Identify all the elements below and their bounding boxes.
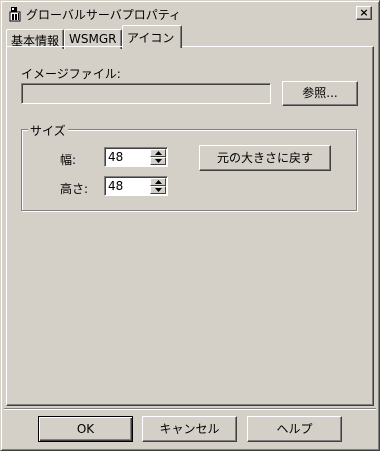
arrow-up-icon bbox=[155, 180, 162, 184]
width-spin-down-button[interactable] bbox=[150, 157, 166, 165]
help-button[interactable]: ヘルプ bbox=[247, 416, 342, 442]
arrow-down-icon bbox=[155, 159, 162, 163]
cancel-button[interactable]: キャンセル bbox=[142, 416, 237, 442]
image-file-field[interactable] bbox=[21, 83, 271, 104]
browse-button[interactable]: 参照... bbox=[282, 81, 358, 106]
height-spinner[interactable]: 48 bbox=[104, 176, 168, 196]
height-value: 48 bbox=[108, 179, 124, 193]
tab-label: WSMGR bbox=[69, 32, 117, 46]
width-label: 幅: bbox=[60, 153, 77, 167]
arrow-up-icon bbox=[155, 151, 162, 155]
close-icon: × bbox=[359, 6, 369, 19]
title-bar: グローバルサーバプロパティ × bbox=[4, 4, 376, 24]
height-spin-up-button[interactable] bbox=[150, 178, 166, 186]
dialog-window: グローバルサーバプロパティ × 基本情報 WSMGR アイコン イメージファイル… bbox=[0, 0, 380, 451]
image-file-label: イメージファイル: bbox=[21, 67, 121, 81]
ok-button[interactable]: OK bbox=[38, 416, 133, 442]
footer-divider bbox=[4, 408, 376, 410]
close-button[interactable]: × bbox=[356, 6, 372, 20]
reset-size-button[interactable]: 元の大きさに戻す bbox=[199, 145, 331, 171]
app-icon bbox=[7, 6, 23, 22]
tab-label: アイコン bbox=[127, 31, 175, 45]
arrow-down-icon bbox=[155, 188, 162, 192]
tab-icon[interactable]: アイコン bbox=[122, 25, 182, 48]
width-spin-up-button[interactable] bbox=[150, 149, 166, 157]
width-spinner[interactable]: 48 bbox=[104, 147, 168, 167]
width-value: 48 bbox=[108, 150, 124, 164]
size-group-title: サイズ bbox=[28, 122, 68, 139]
height-label: 高さ: bbox=[60, 182, 89, 196]
height-spin-down-button[interactable] bbox=[150, 186, 166, 194]
window-title: グローバルサーバプロパティ bbox=[26, 8, 182, 22]
